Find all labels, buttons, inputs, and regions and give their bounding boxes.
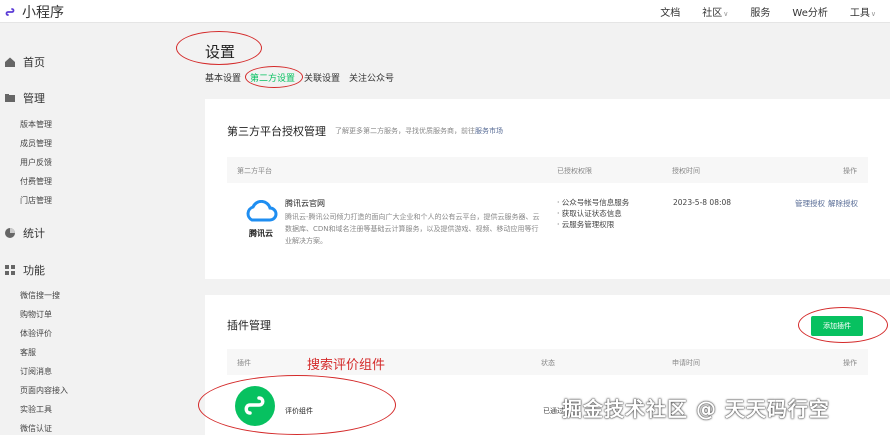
annotation-ellipse	[198, 375, 396, 435]
sidebar-item-subscribe[interactable]: 订阅消息	[20, 366, 52, 377]
service-description: 腾讯云-腾讯公司倾力打造的面向广大企业和个人的公有云平台，提供云服务器、云数据库…	[285, 213, 540, 245]
mini-program-logo-icon	[5, 8, 15, 16]
annotation-text: 搜索评价组件	[307, 358, 386, 373]
service-market-link[interactable]: 服务市场	[475, 127, 503, 135]
sidebar-item-search[interactable]: 微信搜一搜	[20, 290, 60, 301]
sidebar-item-version[interactable]: 版本管理	[20, 119, 52, 130]
watermark: 掘金技术社区 @ 天天码行空	[562, 397, 830, 421]
revoke-auth-link[interactable]: 解除授权	[828, 198, 858, 209]
third-party-note: 了解更多第二方服务，寻找优质服务商，前往服务市场	[335, 127, 503, 135]
app-title: 小程序	[22, 5, 64, 21]
topnav-services[interactable]: 服务	[750, 4, 770, 19]
cloud-icon	[246, 199, 278, 222]
auth-time: 2023-5-8 08:08	[673, 198, 732, 207]
top-bar: 小程序 文档 社区∨ 服务 We分析 工具∨	[0, 0, 890, 23]
plugin-status: 已通过	[543, 407, 564, 415]
tencent-cloud-logo: 腾讯云	[243, 199, 279, 239]
sidebar-item-service[interactable]: 客服	[20, 347, 36, 358]
sidebar-item-orders[interactable]: 购物订单	[20, 309, 52, 320]
sidebar-item-payment[interactable]: 付费管理	[20, 176, 52, 187]
topnav-tools[interactable]: 工具∨	[850, 4, 876, 19]
plugin-title: 插件管理	[227, 319, 271, 332]
grid-icon	[5, 265, 15, 275]
sidebar-item-manage[interactable]: 管理	[4, 90, 45, 106]
third-party-table-header: 第二方平台 已授权权限 授权时间 操作	[227, 157, 868, 183]
sidebar-item-members[interactable]: 成员管理	[20, 138, 52, 149]
third-party-card: 第三方平台授权管理 了解更多第二方服务，寻找优质服务商，前往服务市场 第二方平台…	[205, 99, 890, 279]
service-name: 腾讯云官网	[285, 199, 325, 208]
sidebar-item-features[interactable]: 功能	[4, 262, 45, 278]
topnav-analytics[interactable]: We分析	[792, 4, 827, 19]
topnav-community[interactable]: 社区∨	[702, 4, 728, 19]
manage-auth-link[interactable]: 管理授权	[795, 198, 825, 209]
sidebar-item-verify[interactable]: 微信认证	[20, 423, 52, 434]
permission-list: · 公众号帐号信息服务 · 获取认证状态信息 · 云服务管理权限	[557, 198, 630, 229]
top-nav: 文档 社区∨ 服务 We分析 工具∨	[660, 4, 876, 19]
sidebar-item-stats[interactable]: 统计	[4, 225, 45, 241]
annotation-ellipse	[798, 307, 888, 343]
annotation-ellipse	[245, 66, 303, 88]
sidebar-item-home[interactable]: 首页	[4, 54, 45, 70]
pie-chart-icon	[5, 228, 15, 238]
sidebar-item-feedback[interactable]: 用户反馈	[20, 157, 52, 168]
sidebar-item-reviews[interactable]: 体验评价	[20, 328, 52, 339]
tab-basic[interactable]: 基本设置	[205, 71, 241, 84]
tab-official-account[interactable]: 关注公众号	[349, 71, 394, 84]
chevron-down-icon: ∨	[723, 10, 729, 18]
third-party-title: 第三方平台授权管理	[227, 125, 326, 138]
sidebar: 首页 管理 版本管理 成员管理 用户反馈 付费管理 门店管理 统计 功能 微信搜…	[0, 23, 178, 435]
sidebar-item-stores[interactable]: 门店管理	[20, 195, 52, 206]
home-icon	[5, 57, 15, 67]
annotation-ellipse	[176, 31, 262, 65]
app-logo[interactable]: 小程序	[4, 2, 64, 22]
topnav-docs[interactable]: 文档	[660, 4, 680, 19]
sidebar-item-content-access[interactable]: 页面内容接入	[20, 385, 68, 396]
sidebar-item-experiment[interactable]: 实验工具	[20, 404, 52, 415]
folder-icon	[5, 94, 15, 102]
chevron-down-icon: ∨	[870, 10, 876, 18]
tab-linked[interactable]: 关联设置	[304, 71, 340, 84]
